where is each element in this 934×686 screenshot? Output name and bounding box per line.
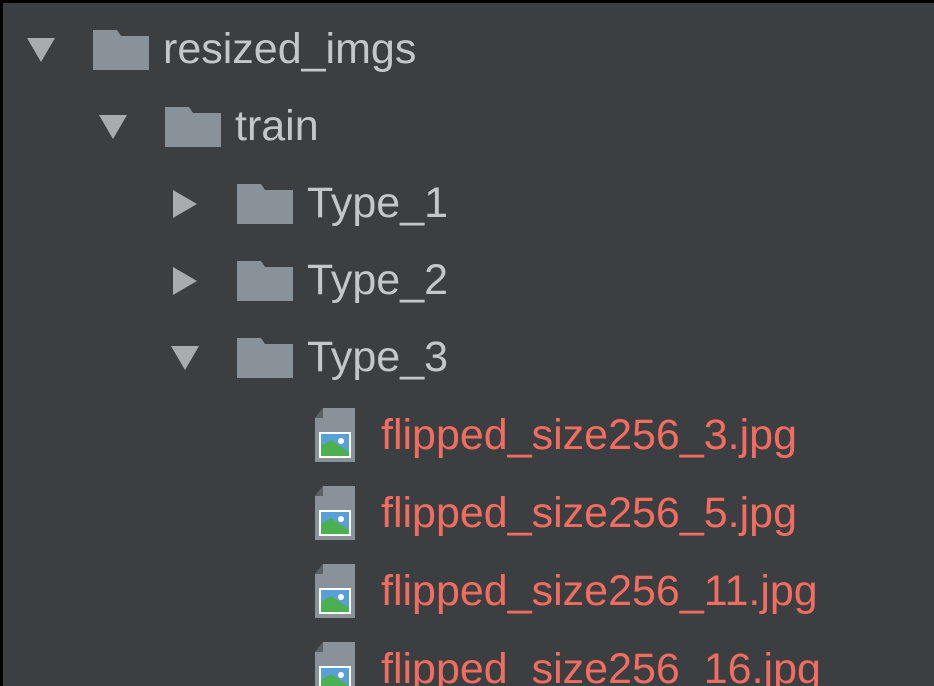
expand-arrow-down-icon[interactable] — [169, 338, 201, 378]
tree-node-label: Type_1 — [307, 179, 449, 227]
tree-node-type-1[interactable]: Type_1 — [3, 165, 934, 242]
tree-file-item[interactable]: flipped_size256_16.jpg — [3, 630, 934, 686]
tree-file-label: flipped_size256_16.jpg — [381, 644, 821, 686]
tree-node-label: Type_2 — [307, 256, 449, 304]
image-file-icon — [315, 486, 355, 540]
image-file-icon — [315, 564, 355, 618]
tree-node-label: train — [235, 102, 319, 150]
tree-node-label: Type_3 — [307, 333, 449, 381]
tree-file-item[interactable]: flipped_size256_3.jpg — [3, 396, 934, 474]
folder-icon — [237, 183, 293, 224]
folder-icon — [93, 29, 149, 70]
tree-node-train[interactable]: train — [3, 88, 934, 165]
tree-file-item[interactable]: flipped_size256_11.jpg — [3, 552, 934, 630]
tree-file-label: flipped_size256_5.jpg — [381, 488, 797, 537]
expand-arrow-down-icon[interactable] — [25, 30, 57, 70]
folder-icon — [165, 106, 221, 147]
tree-node-label: resized_imgs — [163, 25, 417, 73]
tree-node-resized-imgs[interactable]: resized_imgs — [3, 11, 934, 88]
file-tree: resized_imgs train Type_1 Type_2 Type_3 … — [3, 11, 934, 686]
tree-node-type-2[interactable]: Type_2 — [3, 242, 934, 319]
image-file-icon — [315, 408, 355, 462]
expand-arrow-right-icon[interactable] — [169, 184, 201, 224]
tree-file-label: flipped_size256_11.jpg — [381, 566, 818, 615]
expand-arrow-down-icon[interactable] — [97, 107, 129, 147]
tree-node-type-3[interactable]: Type_3 — [3, 319, 934, 396]
folder-icon — [237, 337, 293, 378]
folder-icon — [237, 260, 293, 301]
image-file-icon — [315, 642, 355, 686]
project-tree-panel: resized_imgs train Type_1 Type_2 Type_3 … — [0, 0, 934, 686]
tree-file-item[interactable]: flipped_size256_5.jpg — [3, 474, 934, 552]
expand-arrow-right-icon[interactable] — [169, 261, 201, 301]
tree-file-label: flipped_size256_3.jpg — [381, 410, 797, 459]
